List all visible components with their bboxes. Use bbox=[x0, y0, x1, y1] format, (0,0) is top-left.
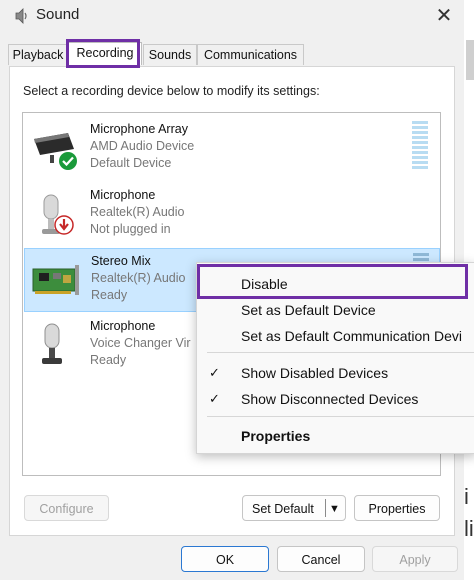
tab-sounds[interactable]: Sounds bbox=[143, 44, 197, 65]
device-name: Microphone bbox=[90, 319, 156, 333]
device-status: Ready bbox=[90, 353, 127, 367]
sound-card-icon bbox=[32, 265, 79, 295]
device-name: Stereo Mix bbox=[91, 254, 151, 268]
ok-button[interactable]: OK bbox=[181, 546, 269, 572]
menu-item-properties[interactable]: Properties bbox=[241, 428, 310, 444]
configure-button[interactable]: Configure bbox=[24, 495, 109, 521]
window-title: Sound bbox=[36, 6, 80, 23]
background-text: i bbox=[464, 484, 469, 509]
menu-item-show-disabled-devices[interactable]: Show Disabled Devices bbox=[241, 365, 388, 381]
apply-button[interactable]: Apply bbox=[372, 546, 458, 572]
tab-communications[interactable]: Communications bbox=[197, 44, 304, 65]
menu-item-set-default-communication-device[interactable]: Set as Default Communication Devi bbox=[241, 328, 462, 344]
device-status: Default Device bbox=[90, 156, 172, 170]
menu-item-set-default-device[interactable]: Set as Default Device bbox=[241, 302, 376, 318]
device-driver: Voice Changer Vir bbox=[90, 336, 191, 350]
menu-separator bbox=[207, 416, 474, 417]
device-item-microphone-array[interactable]: Microphone Array AMD Audio Device Defaul… bbox=[24, 117, 440, 181]
device-status: Not plugged in bbox=[90, 222, 171, 236]
set-default-split-button[interactable]: Set Default ▼ bbox=[242, 495, 346, 521]
microphone-array-icon bbox=[34, 133, 77, 170]
device-driver: Realtek(R) Audio bbox=[91, 271, 186, 285]
background-scrollbar bbox=[466, 40, 474, 80]
close-button[interactable]: ✕ bbox=[432, 4, 456, 28]
microphone-icon bbox=[42, 323, 62, 364]
set-default-label: Set Default bbox=[252, 502, 314, 516]
disable-item-highlight bbox=[197, 264, 468, 299]
device-name: Microphone Array bbox=[90, 122, 188, 136]
tab-playback[interactable]: Playback bbox=[8, 44, 68, 65]
split-divider bbox=[325, 499, 326, 517]
properties-button[interactable]: Properties bbox=[354, 495, 440, 521]
recording-tab-highlight bbox=[66, 39, 140, 68]
dropdown-arrow-icon[interactable]: ▼ bbox=[329, 496, 340, 522]
cancel-button[interactable]: Cancel bbox=[277, 546, 365, 572]
speaker-icon bbox=[15, 8, 27, 24]
background-text: li bbox=[464, 516, 474, 541]
menu-item-show-disconnected-devices[interactable]: Show Disconnected Devices bbox=[241, 391, 418, 407]
checkmark-icon: ✓ bbox=[209, 365, 220, 380]
device-driver: AMD Audio Device bbox=[90, 139, 195, 153]
menu-separator bbox=[207, 352, 474, 353]
device-name: Microphone bbox=[90, 188, 156, 202]
title-bar: Sound ✕ bbox=[0, 0, 464, 32]
device-status: Ready bbox=[91, 288, 128, 302]
level-meter bbox=[412, 121, 428, 171]
instruction-text: Select a recording device below to modif… bbox=[23, 84, 320, 98]
checkmark-icon: ✓ bbox=[209, 391, 220, 406]
microphone-icon bbox=[42, 194, 74, 235]
device-item-microphone-unplugged[interactable]: Microphone Realtek(R) Audio Not plugged … bbox=[24, 183, 440, 247]
device-driver: Realtek(R) Audio bbox=[90, 205, 185, 219]
